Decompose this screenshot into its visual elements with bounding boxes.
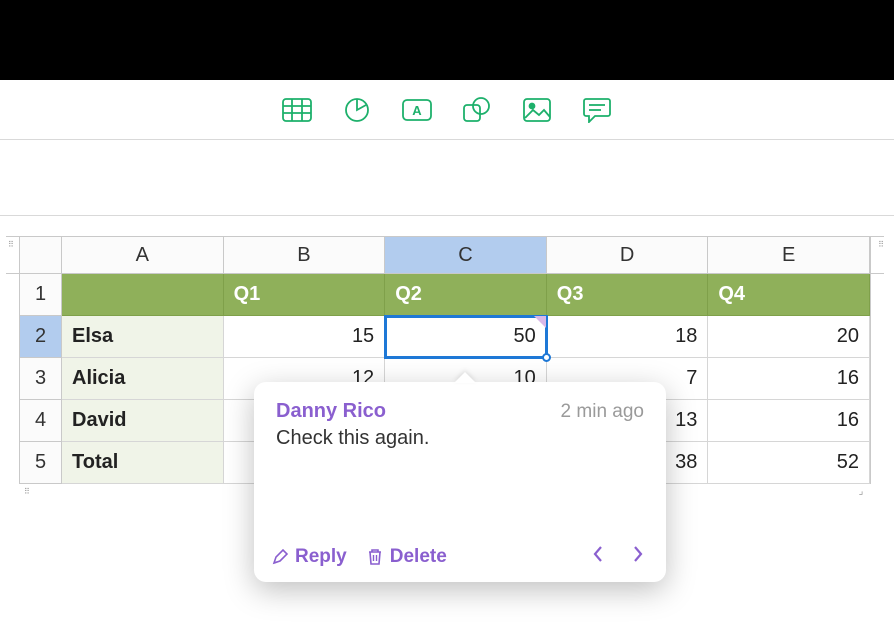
table-row: 1 Q1 Q2 Q3 Q4 bbox=[6, 274, 884, 316]
row-gutter bbox=[870, 316, 884, 358]
row-number[interactable]: 4 bbox=[20, 400, 62, 442]
table-icon[interactable] bbox=[280, 93, 314, 127]
row-gutter bbox=[870, 400, 884, 442]
table-handle-top-left[interactable]: ⠿ bbox=[6, 237, 20, 273]
row-number[interactable]: 1 bbox=[20, 274, 62, 316]
row-gutter bbox=[6, 358, 20, 400]
comment-icon[interactable] bbox=[580, 93, 614, 127]
comment-text: Check this again. bbox=[276, 427, 644, 450]
column-header-B[interactable]: B bbox=[224, 237, 386, 273]
pencil-icon bbox=[272, 549, 288, 565]
comment-author: Danny Rico bbox=[276, 400, 386, 423]
comment-popover: Danny Rico 2 min ago Check this again. R… bbox=[254, 382, 666, 582]
delete-button[interactable]: Delete bbox=[367, 546, 447, 568]
cell-E2[interactable]: 20 bbox=[708, 316, 870, 358]
column-header-C[interactable]: C bbox=[385, 237, 547, 273]
column-header-D[interactable]: D bbox=[547, 237, 709, 273]
row-gutter bbox=[6, 442, 20, 484]
table-handle-top-right[interactable]: ⠿ bbox=[870, 237, 884, 273]
cell-A4[interactable]: David bbox=[62, 400, 224, 442]
chevron-left-icon bbox=[592, 545, 604, 563]
table-handle-bottom-right[interactable]: ⌟ bbox=[852, 484, 870, 498]
cell-E3[interactable]: 16 bbox=[708, 358, 870, 400]
cell-C1[interactable]: Q2 bbox=[385, 274, 547, 316]
prev-comment-button[interactable] bbox=[588, 541, 608, 573]
cell-A3[interactable]: Alicia bbox=[62, 358, 224, 400]
column-header-row: ⠿ A B C D E ⠿ bbox=[6, 236, 884, 274]
row-gutter bbox=[6, 274, 20, 316]
text-icon[interactable]: A bbox=[400, 93, 434, 127]
table-row: 2 Elsa 15 50 18 20 bbox=[6, 316, 884, 358]
comment-timestamp: 2 min ago bbox=[561, 401, 644, 423]
toolbar: A bbox=[0, 80, 894, 140]
shape-icon[interactable] bbox=[460, 93, 494, 127]
svg-text:A: A bbox=[412, 103, 422, 118]
cell-A5[interactable]: Total bbox=[62, 442, 224, 484]
comment-footer: Reply Delete bbox=[254, 532, 666, 582]
comment-marker-icon[interactable] bbox=[534, 316, 546, 328]
cell-A1[interactable] bbox=[62, 274, 224, 316]
cell-E5[interactable]: 52 bbox=[708, 442, 870, 484]
gutter bbox=[6, 484, 20, 498]
rownum-header-spacer bbox=[20, 237, 62, 273]
chart-icon[interactable] bbox=[340, 93, 374, 127]
cell-B2[interactable]: 15 bbox=[224, 316, 386, 358]
next-comment-button[interactable] bbox=[628, 541, 648, 573]
gutter bbox=[870, 484, 884, 498]
trash-icon bbox=[367, 548, 383, 566]
chevron-right-icon bbox=[632, 545, 644, 563]
comment-body: Danny Rico 2 min ago Check this again. bbox=[254, 382, 666, 532]
cell-E1[interactable]: Q4 bbox=[708, 274, 870, 316]
formula-bar-area bbox=[0, 140, 894, 216]
row-gutter bbox=[6, 400, 20, 442]
reply-button[interactable]: Reply bbox=[272, 546, 347, 568]
reply-label: Reply bbox=[295, 546, 347, 568]
row-number[interactable]: 3 bbox=[20, 358, 62, 400]
cell-D2[interactable]: 18 bbox=[547, 316, 709, 358]
row-number[interactable]: 2 bbox=[20, 316, 62, 358]
comment-header: Danny Rico 2 min ago bbox=[276, 400, 644, 423]
table-handle-bottom-left[interactable]: ⠿ bbox=[20, 484, 62, 498]
row-gutter bbox=[870, 358, 884, 400]
column-header-E[interactable]: E bbox=[708, 237, 870, 273]
cell-B1[interactable]: Q1 bbox=[224, 274, 386, 316]
row-gutter bbox=[870, 274, 884, 316]
media-icon[interactable] bbox=[520, 93, 554, 127]
selection-handle-icon[interactable] bbox=[542, 353, 551, 362]
row-gutter bbox=[6, 316, 20, 358]
delete-label: Delete bbox=[390, 546, 447, 568]
cell-A2[interactable]: Elsa bbox=[62, 316, 224, 358]
row-number[interactable]: 5 bbox=[20, 442, 62, 484]
cell-value: 50 bbox=[514, 325, 536, 348]
cell-D1[interactable]: Q3 bbox=[547, 274, 709, 316]
cell-E4[interactable]: 16 bbox=[708, 400, 870, 442]
cell-C2[interactable]: 50 bbox=[385, 316, 547, 358]
column-header-A[interactable]: A bbox=[62, 237, 224, 273]
row-gutter bbox=[870, 442, 884, 484]
window-titlebar bbox=[0, 0, 894, 80]
